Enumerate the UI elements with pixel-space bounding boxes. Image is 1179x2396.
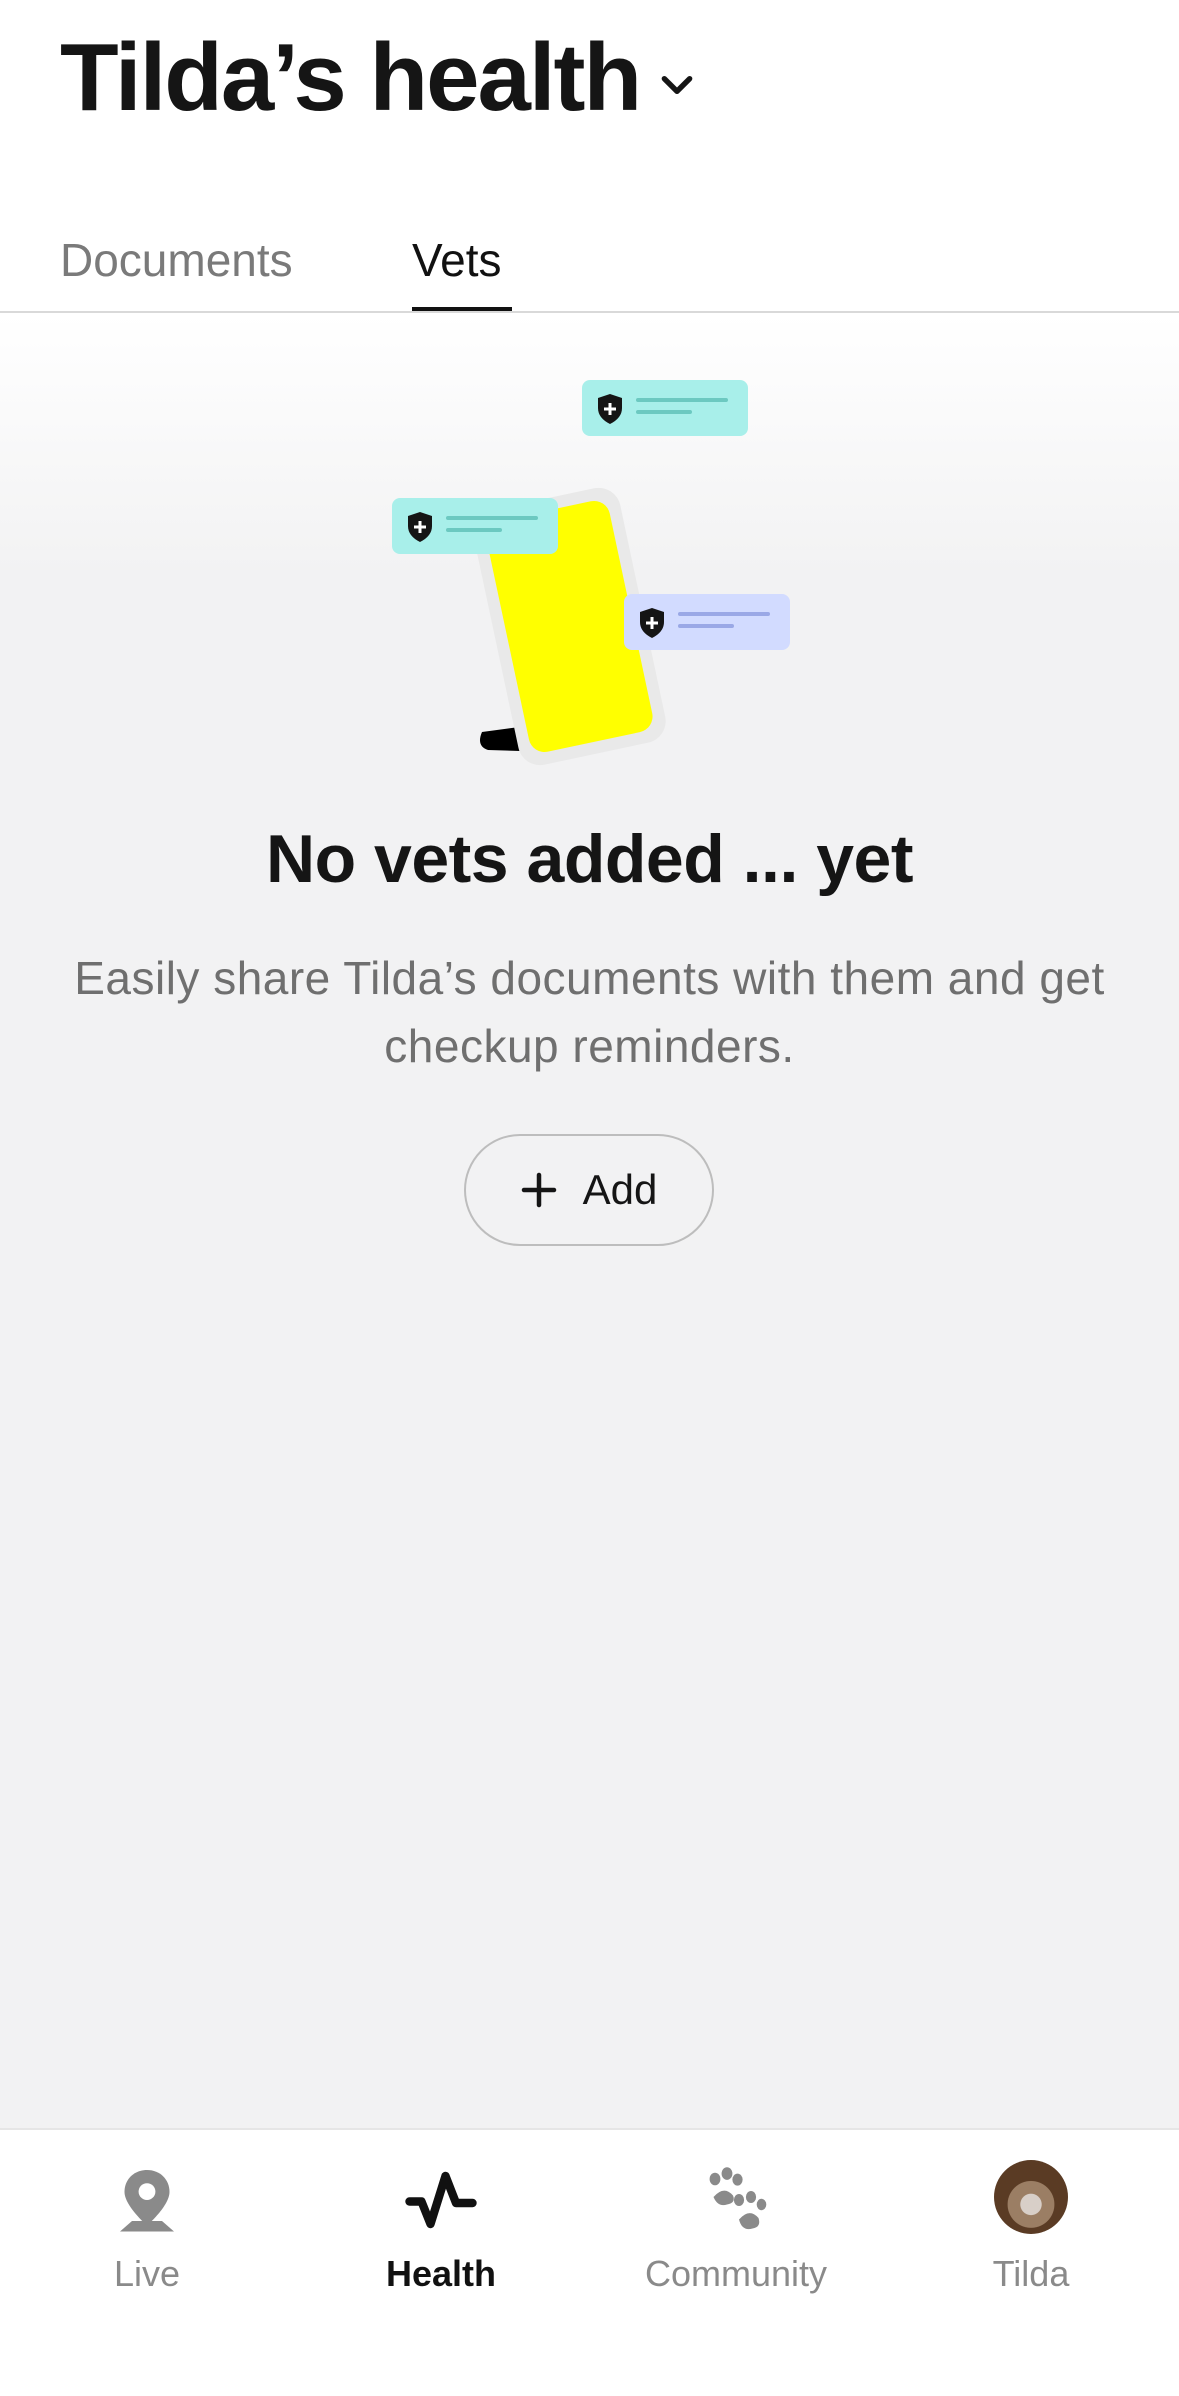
page-header: Tilda’s health Documents Vets <box>0 0 1179 313</box>
nav-item-tilda[interactable]: Tilda <box>931 2130 1131 2310</box>
nav-label-live: Live <box>113 2253 181 2294</box>
paw-icon <box>709 2167 767 2230</box>
nav-label-health: Health <box>385 2253 497 2294</box>
nav-item-community[interactable]: Community <box>636 2130 836 2310</box>
plus-icon <box>521 1172 556 1208</box>
nav-item-health[interactable]: Health <box>341 2130 541 2310</box>
add-button-label: Add <box>582 1166 658 1213</box>
pet-avatar <box>994 2160 1068 2234</box>
empty-state-description: Easily share Tilda’s documents with them… <box>74 952 1105 1072</box>
pet-selector[interactable]: Tilda’s health <box>60 20 696 135</box>
info-card-left <box>392 498 558 554</box>
add-vet-button[interactable]: Add <box>464 1134 714 1246</box>
tab-documents[interactable]: Documents <box>60 222 293 298</box>
nav-label-community: Community <box>644 2253 828 2294</box>
bottom-navigation: Live Health Community Tilda <box>0 2128 1179 2396</box>
chevron-down-icon <box>661 75 693 94</box>
nav-item-live[interactable]: Live <box>47 2130 247 2310</box>
info-card-top <box>582 380 748 436</box>
location-pin-icon <box>120 2170 174 2232</box>
vets-illustration <box>392 380 790 766</box>
page-title: Tilda’s health <box>60 24 642 131</box>
tab-bar-divider <box>0 311 1179 313</box>
tab-vets[interactable]: Vets <box>412 222 502 298</box>
activity-icon <box>405 2171 477 2229</box>
nav-label-tilda: Tilda <box>992 2253 1070 2294</box>
vets-empty-state: No vets added ... yet Easily share Tilda… <box>0 314 1179 2128</box>
empty-state-title: No vets added ... yet <box>265 821 914 897</box>
info-card-right <box>624 594 790 650</box>
tab-bar: Documents Vets <box>0 210 1179 313</box>
